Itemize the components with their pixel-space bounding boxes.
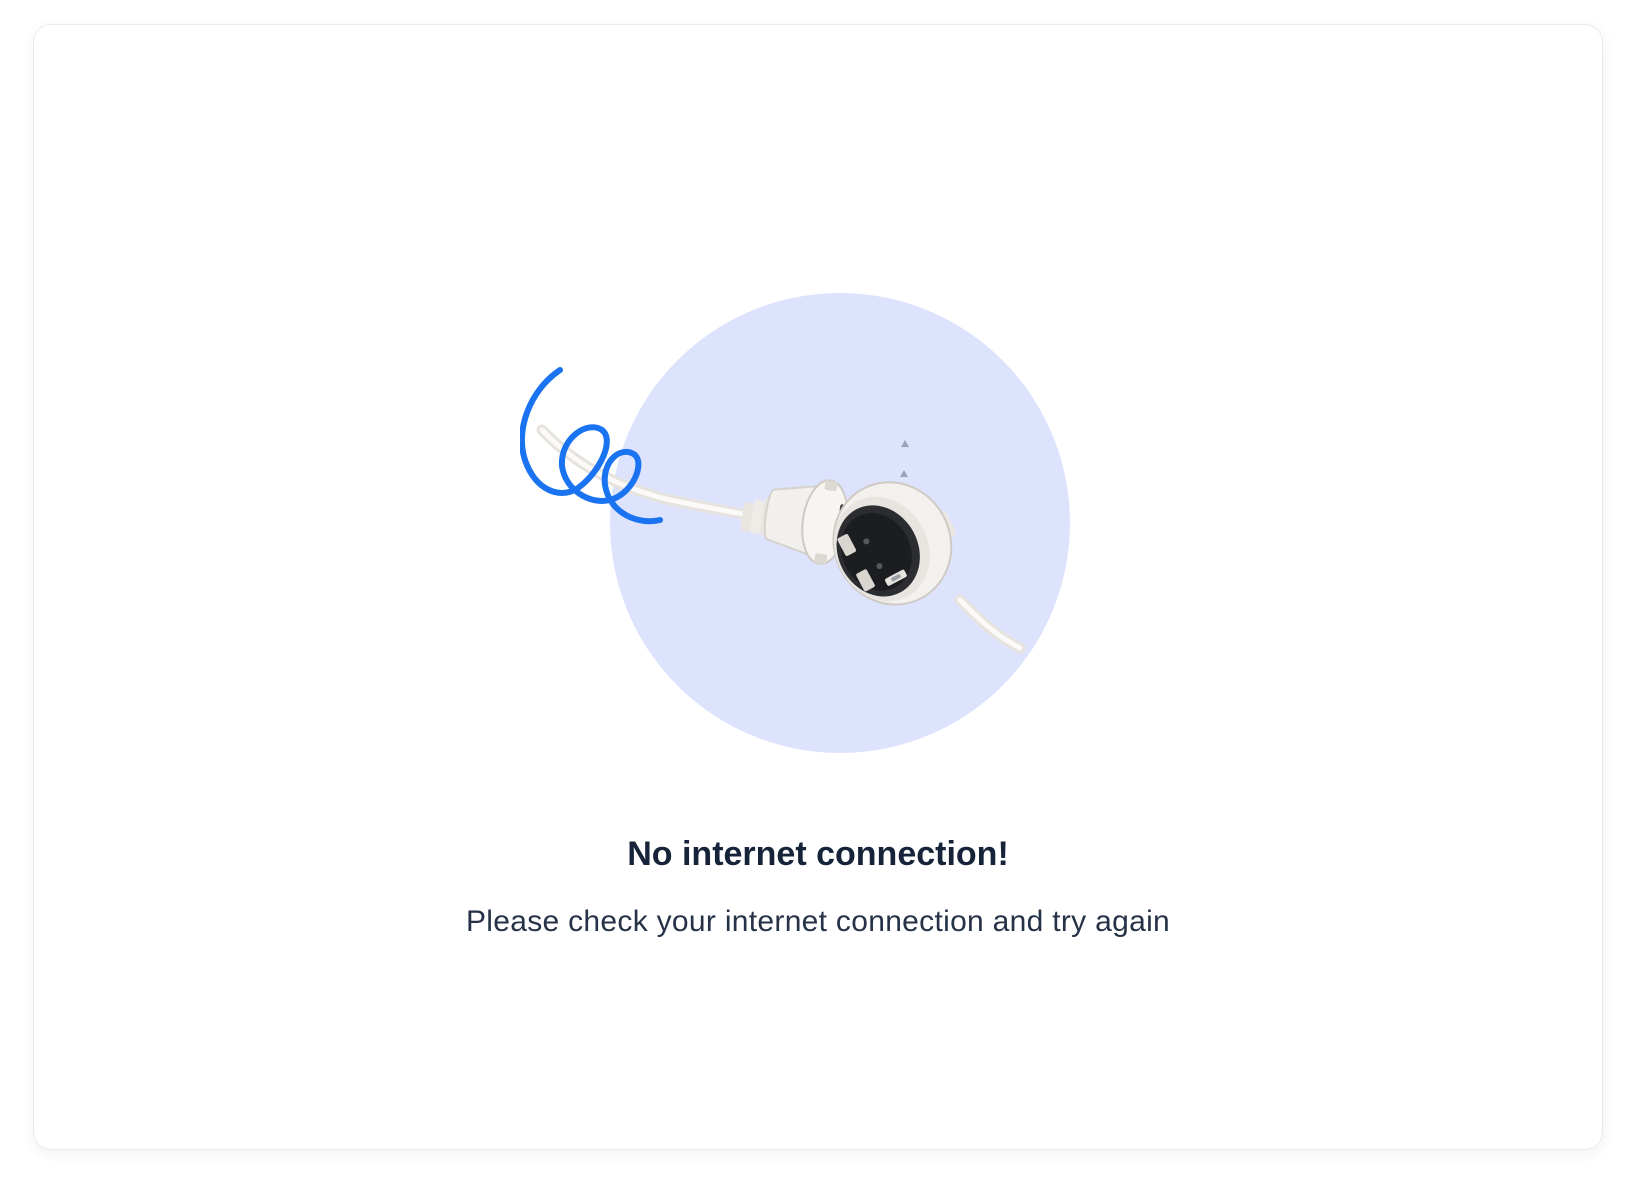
unplugged-cable-illustration <box>520 280 1080 760</box>
page: No internet connection! Please check you… <box>0 0 1636 1188</box>
unplugged-cable-icon <box>520 293 1070 753</box>
status-message: Please check your internet connection an… <box>465 905 1171 938</box>
page-title: No internet connection! <box>627 835 1009 873</box>
